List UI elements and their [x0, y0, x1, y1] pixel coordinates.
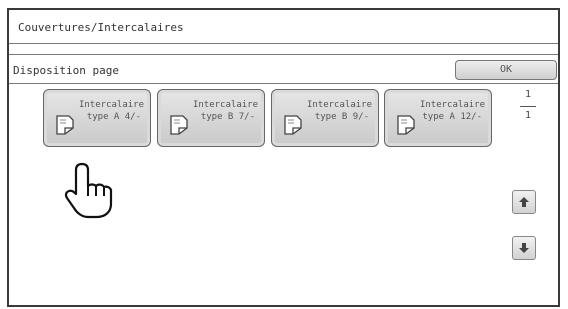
- insert-tile-3[interactable]: Intercalaire type B 9/-: [271, 89, 379, 147]
- page-insert-icon: [56, 115, 74, 135]
- page-insert-icon: [397, 115, 415, 135]
- page-total: 1: [524, 110, 532, 121]
- title-bar: Couvertures/Intercalaires: [9, 10, 558, 44]
- page-insert-icon: [284, 115, 302, 135]
- panel-title: Disposition page: [13, 64, 119, 77]
- tile-label: Intercalaire: [306, 100, 372, 110]
- window-title: Couvertures/Intercalaires: [18, 21, 184, 34]
- page-divider: [520, 106, 536, 107]
- tile-label: Intercalaire: [78, 100, 144, 110]
- insert-tile-2[interactable]: Intercalaire type B 7/-: [157, 89, 265, 147]
- ok-button[interactable]: OK: [455, 60, 557, 80]
- tile-label: Intercalaire: [419, 100, 485, 110]
- tile-sublabel: type B 9/-: [314, 112, 369, 122]
- panel-header: Disposition page OK: [9, 55, 558, 84]
- scroll-down-button[interactable]: [512, 236, 536, 260]
- dialog-frame: Couvertures/Intercalaires Disposition pa…: [7, 8, 560, 307]
- tile-sublabel: type A 12/-: [422, 112, 482, 122]
- page-current: 1: [524, 89, 532, 100]
- tile-sublabel: type A 4/-: [86, 112, 141, 122]
- scroll-up-button[interactable]: [512, 190, 536, 214]
- tile-label: Intercalaire: [192, 100, 258, 110]
- arrow-up-icon: [519, 197, 529, 207]
- hand-pointer-icon: [64, 162, 113, 219]
- insert-tile-1[interactable]: Intercalaire type A 4/-: [43, 89, 151, 147]
- arrow-down-icon: [519, 243, 529, 253]
- insert-tile-4[interactable]: Intercalaire type A 12/-: [384, 89, 492, 147]
- tile-sublabel: type B 7/-: [200, 112, 255, 122]
- page-insert-icon: [170, 115, 188, 135]
